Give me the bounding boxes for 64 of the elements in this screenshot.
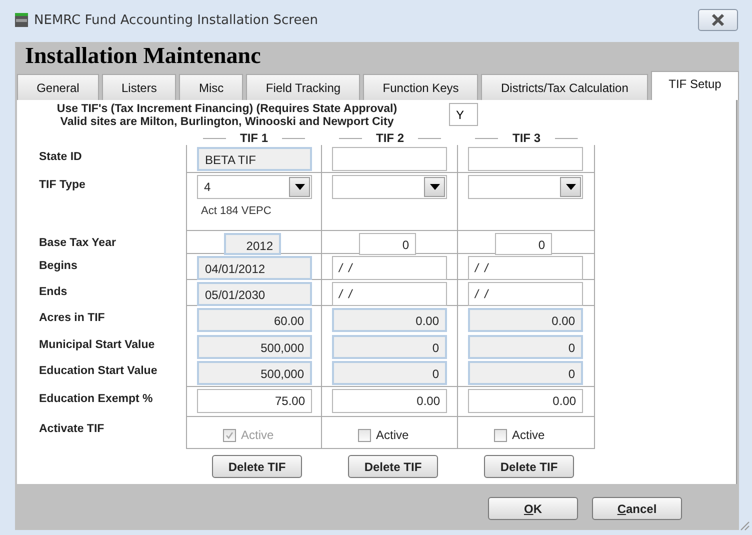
dropdown[interactable]: 4 bbox=[197, 175, 312, 199]
delete-tif-button[interactable]: Delete TIF bbox=[348, 455, 438, 478]
tab[interactable]: Listers bbox=[102, 74, 176, 100]
app-icon bbox=[15, 13, 28, 27]
checkbox-label: Active bbox=[376, 428, 409, 442]
tab[interactable]: Misc bbox=[179, 74, 244, 100]
input-field[interactable]: 0 bbox=[468, 335, 583, 359]
field-label: Acres in TIF bbox=[38, 311, 106, 326]
field-label: Ends bbox=[38, 285, 68, 300]
close-icon bbox=[710, 13, 726, 27]
close-button[interactable] bbox=[698, 9, 738, 31]
input-field[interactable] bbox=[332, 147, 447, 171]
field-label: Education Exempt % bbox=[38, 392, 154, 407]
date-field[interactable]: / / bbox=[468, 282, 583, 306]
field-label: State ID bbox=[38, 150, 83, 165]
input-field[interactable] bbox=[468, 147, 583, 171]
tab[interactable]: General bbox=[17, 74, 99, 100]
checkbox-label: Active bbox=[512, 428, 545, 442]
tab[interactable]: Field Tracking bbox=[246, 74, 360, 100]
tab[interactable]: TIF Setup bbox=[650, 71, 739, 100]
tab[interactable]: Districts/Tax Calculation bbox=[481, 74, 648, 100]
column-header: TIF 3 bbox=[498, 131, 554, 145]
checkbox[interactable] bbox=[494, 428, 507, 442]
delete-tif-button[interactable]: Delete TIF bbox=[212, 455, 302, 478]
input-field[interactable]: 60.00 bbox=[197, 308, 312, 332]
type-description: Act 184 VEPC bbox=[201, 205, 272, 217]
date-field[interactable]: / / bbox=[468, 256, 583, 280]
column-header: TIF 1 bbox=[226, 131, 282, 145]
input-field[interactable]: 75.00 bbox=[197, 389, 312, 413]
dialog-button[interactable]: OK bbox=[488, 497, 578, 520]
instructions-text: Use TIF's (Tax Increment Financing) (Requires State Approval) Valid sites are Milton, Burlington, Winooski and Newport City bbox=[56, 103, 398, 129]
checkbox-label: Active bbox=[241, 428, 274, 442]
field-label: Base Tax Year bbox=[38, 236, 117, 251]
window-title: NEMRC Fund Accounting Installation Screen bbox=[34, 12, 319, 28]
input-field[interactable]: 0 bbox=[332, 361, 447, 385]
input-field[interactable]: 500,000 bbox=[197, 361, 312, 385]
input-field[interactable]: 0.00 bbox=[332, 308, 447, 332]
page-heading: Installation Maintenanc bbox=[24, 42, 262, 70]
date-field[interactable]: 05/01/2030 bbox=[197, 282, 312, 306]
checkbox[interactable] bbox=[358, 428, 371, 442]
input-field[interactable]: 0 bbox=[495, 233, 552, 255]
input-field[interactable]: 2012 bbox=[224, 233, 281, 255]
column-header: TIF 2 bbox=[362, 131, 418, 145]
use-tif-field[interactable]: Y bbox=[449, 103, 478, 126]
date-field[interactable]: / / bbox=[332, 282, 447, 306]
dialog-button[interactable]: Cancel bbox=[592, 497, 682, 520]
delete-tif-button[interactable]: Delete TIF bbox=[484, 455, 574, 478]
resize-grip-icon[interactable] bbox=[738, 519, 750, 531]
field-label: Education Start Value bbox=[38, 364, 158, 379]
field-label: TIF Type bbox=[38, 178, 86, 193]
field-label: Activate TIF bbox=[38, 422, 106, 437]
input-field[interactable]: 0.00 bbox=[332, 389, 447, 413]
input-field[interactable]: 0.00 bbox=[468, 389, 583, 413]
field-label: Municipal Start Value bbox=[38, 338, 156, 353]
field-label: Begins bbox=[38, 259, 78, 274]
input-field[interactable]: 0.00 bbox=[468, 308, 583, 332]
input-field[interactable]: BETA TIF bbox=[197, 147, 312, 171]
tab[interactable]: Function Keys bbox=[363, 74, 478, 100]
date-field[interactable]: 04/01/2012 bbox=[197, 256, 312, 280]
input-field[interactable]: 0 bbox=[332, 335, 447, 359]
input-field[interactable]: 0 bbox=[359, 233, 416, 255]
input-field[interactable]: 500,000 bbox=[197, 335, 312, 359]
date-field[interactable]: / / bbox=[332, 256, 447, 280]
input-field[interactable]: 0 bbox=[468, 361, 583, 385]
